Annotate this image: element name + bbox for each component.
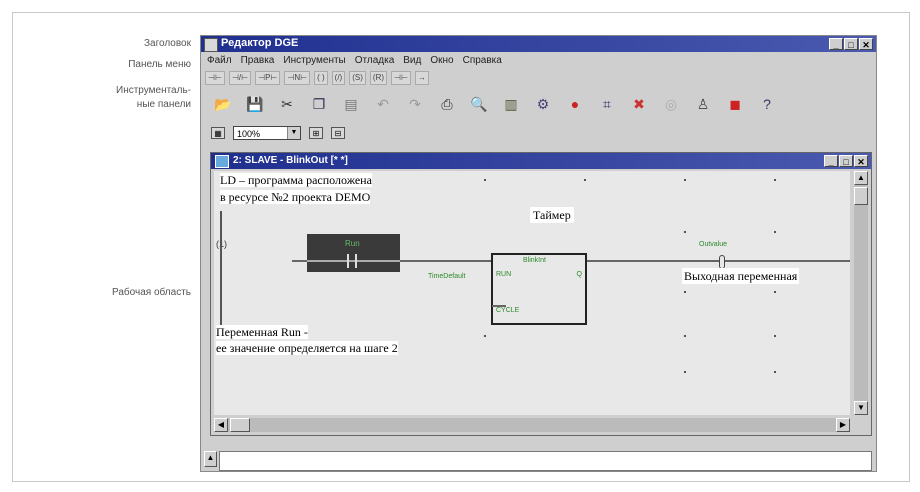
- help-icon[interactable]: ?: [757, 94, 777, 114]
- ld-pos-edge-button[interactable]: ⊣P⊢: [255, 71, 281, 85]
- cut-icon[interactable]: ✂: [277, 94, 297, 114]
- note-run-2: ее значение определяется на шаге 2: [216, 341, 398, 355]
- menu-view[interactable]: Вид: [403, 55, 421, 66]
- menu-help[interactable]: Справка: [463, 55, 502, 66]
- stop-icon[interactable]: ◼: [725, 94, 745, 114]
- horizontal-scrollbar[interactable]: ◀ ▶: [214, 418, 850, 432]
- editor-title-bar[interactable]: 2: SLAVE - BlinkOut [* *] _ □ ✕: [211, 153, 871, 169]
- scroll-right-icon[interactable]: ▶: [836, 418, 850, 432]
- scroll-down-icon[interactable]: ▼: [854, 401, 868, 415]
- scroll-up-icon[interactable]: ▲: [854, 171, 868, 185]
- ld-canvas[interactable]: (1) Run BlinkInt RUN Q CYCLE TimeDefault…: [214, 171, 850, 415]
- pin-q: Q: [576, 271, 582, 278]
- menu-tools[interactable]: Инструменты: [283, 55, 345, 66]
- app-window: Редактор DGE _ □ ✕ Файл Правка Инструмен…: [200, 35, 877, 472]
- note-timer: Таймер: [530, 207, 574, 223]
- callout-toolbar-1: Инструменталь-: [116, 85, 191, 96]
- timer-type: BlinkInt: [523, 257, 546, 264]
- compile-icon[interactable]: ⚙: [533, 94, 553, 114]
- ld-neg-edge-button[interactable]: ⊣N⊢: [284, 71, 311, 85]
- callout-workarea: Рабочая область: [112, 287, 191, 298]
- pin-run: RUN: [496, 271, 512, 278]
- menu-edit[interactable]: Правка: [241, 55, 275, 66]
- callout-title: Заголовок: [143, 38, 191, 49]
- breakpoint-icon[interactable]: ✖: [629, 94, 649, 114]
- ld-jump-button[interactable]: →: [414, 71, 429, 85]
- ld-reset-coil-button[interactable]: (R): [369, 71, 388, 85]
- ld-neg-coil-button[interactable]: (/): [331, 71, 346, 85]
- user-icon[interactable]: ♙: [693, 94, 713, 114]
- menu-window[interactable]: Окно: [430, 55, 453, 66]
- minimize-button[interactable]: _: [829, 38, 843, 50]
- ld-toolbar: ⊣⊢ ⊣/⊢ ⊣P⊢ ⊣N⊢ ( ) (/) (S) (R) ⊣⊢ →: [201, 69, 876, 87]
- ld-parallel-button[interactable]: ⊣⊢: [391, 71, 411, 85]
- title-bar[interactable]: Редактор DGE _ □ ✕: [201, 36, 876, 52]
- main-toolbar: 📂 💾 ✂ ❐ ▤ ↶ ↷ ⎙ 🔍 ▥ ⚙ ● ⌗ ✖ ◎ ♙ ◼ ?: [201, 89, 876, 119]
- zoom-out-icon[interactable]: ⊟: [331, 127, 345, 139]
- library-icon[interactable]: ▥: [501, 94, 521, 114]
- window-title: Редактор DGE: [221, 37, 299, 49]
- scroll-left-icon[interactable]: ◀: [214, 418, 228, 432]
- chevron-down-icon[interactable]: ▼: [287, 127, 300, 139]
- scroll-thumb-v[interactable]: [854, 187, 868, 205]
- paste-icon[interactable]: ▤: [341, 94, 361, 114]
- run-icon[interactable]: ●: [565, 94, 585, 114]
- cycle-wire: [492, 305, 506, 307]
- grid-icon[interactable]: ▦: [211, 127, 225, 139]
- ld-set-coil-button[interactable]: (S): [349, 71, 366, 85]
- contact-run[interactable]: Run: [307, 234, 400, 272]
- output-pane: ▲: [201, 439, 876, 471]
- left-power-rail: [220, 211, 222, 331]
- zoom-select[interactable]: 100% ▼: [233, 126, 301, 140]
- debug-icon[interactable]: ⌗: [597, 94, 617, 114]
- zoom-in-icon[interactable]: ⊞: [309, 127, 323, 139]
- output-scroll-icon[interactable]: ▲: [204, 451, 217, 467]
- menu-debug[interactable]: Отладка: [355, 55, 395, 66]
- output-text-area[interactable]: [219, 451, 872, 471]
- timer-block[interactable]: BlinkInt RUN Q CYCLE: [491, 253, 587, 325]
- note-output: Выходная переменная: [682, 268, 800, 284]
- find-icon[interactable]: 🔍: [469, 94, 489, 114]
- editor-title: 2: SLAVE - BlinkOut [* *]: [233, 155, 348, 166]
- print-icon[interactable]: ⎙: [437, 94, 457, 114]
- undo-icon[interactable]: ↶: [373, 94, 393, 114]
- ld-contact-button[interactable]: ⊣⊢: [205, 71, 225, 85]
- close-button[interactable]: ✕: [859, 38, 873, 50]
- menu-bar: Файл Правка Инструменты Отладка Вид Окно…: [201, 52, 876, 68]
- note-run-1: Переменная Run -: [216, 325, 308, 339]
- menu-file[interactable]: Файл: [207, 55, 232, 66]
- redo-icon[interactable]: ↷: [405, 94, 425, 114]
- maximize-button[interactable]: □: [844, 38, 858, 50]
- copy-icon[interactable]: ❐: [309, 94, 329, 114]
- app-icon: [204, 38, 218, 52]
- editor-icon: [215, 155, 229, 168]
- editor-close-button[interactable]: ✕: [854, 155, 868, 167]
- output-coil[interactable]: [719, 255, 725, 269]
- callout-menu: Панель меню: [128, 59, 191, 70]
- output-var-label: Outvalue: [699, 241, 728, 248]
- vertical-scrollbar[interactable]: ▲ ▼: [854, 171, 868, 415]
- zoom-toolbar: ▦ 100% ▼ ⊞ ⊟: [201, 123, 876, 143]
- save-icon[interactable]: 💾: [245, 94, 265, 114]
- contact-run-label: Run: [345, 239, 360, 248]
- pin-cycle: CYCLE: [496, 307, 520, 314]
- editor-window: 2: SLAVE - BlinkOut [* *] _ □ ✕ (1): [210, 152, 872, 436]
- ld-coil-button[interactable]: ( ): [314, 71, 328, 85]
- editor-maximize-button[interactable]: □: [839, 155, 853, 167]
- open-icon[interactable]: 📂: [213, 94, 233, 114]
- editor-minimize-button[interactable]: _: [824, 155, 838, 167]
- note-ld-2: в ресурсе №2 проекта DEMO: [220, 190, 371, 204]
- watch-icon[interactable]: ◎: [661, 94, 681, 114]
- const-label: TimeDefault: [428, 273, 466, 280]
- callout-toolbar-2: ные панели: [136, 99, 191, 110]
- zoom-value: 100%: [237, 129, 261, 139]
- scroll-thumb-h[interactable]: [230, 418, 250, 432]
- note-ld-1: LD – программа расположена: [220, 173, 372, 187]
- ld-neg-contact-button[interactable]: ⊣/⊢: [228, 71, 252, 85]
